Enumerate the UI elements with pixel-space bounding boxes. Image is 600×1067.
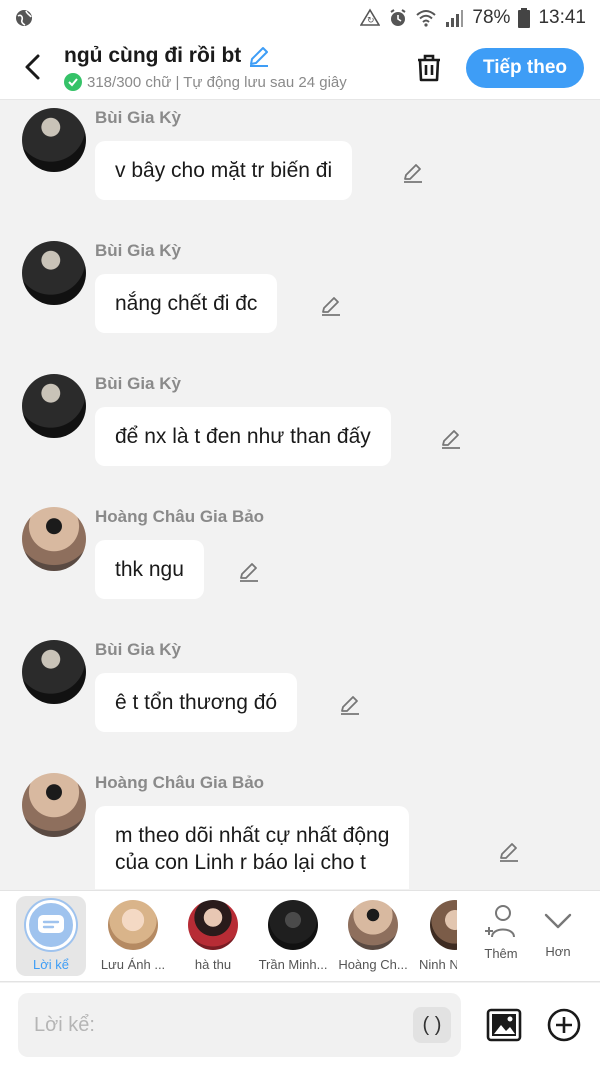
edit-title-icon[interactable]: [247, 44, 271, 68]
character-label: Hoàng Ch...: [338, 957, 408, 972]
collapse-button[interactable]: Hơn: [518, 891, 598, 983]
svg-text:↻: ↻: [367, 16, 375, 26]
character-avatar: [188, 900, 238, 950]
sender-name: Hoàng Châu Gia Bảo: [95, 773, 265, 792]
edit-pencil-icon[interactable]: [320, 294, 342, 316]
edit-pencil-icon[interactable]: [238, 560, 260, 582]
chevron-down-icon: [544, 913, 572, 929]
character-item[interactable]: Lưu Ánh ...: [93, 891, 173, 983]
edit-pencil-icon[interactable]: [339, 693, 361, 715]
autosave-text: 318/300 chữ | Tự động lưu sau 24 giây: [87, 73, 347, 91]
wifi-icon: [416, 10, 437, 27]
signal-icon: [446, 10, 464, 27]
sender-name: Bùi Gia Kỳ: [95, 374, 181, 393]
character-item[interactable]: Hoàng Ch...: [333, 891, 413, 983]
parentheses-button[interactable]: ( ): [413, 1007, 451, 1043]
message-bubble[interactable]: v bây cho mặt tr biến đi: [95, 141, 353, 200]
sender-name: Hoàng Châu Gia Bảo: [95, 507, 265, 526]
back-arrow-icon[interactable]: [18, 52, 48, 82]
character-label: Lời kể: [33, 957, 69, 972]
message-line: của con Linh r báo lại cho t: [115, 851, 366, 874]
autosave-status: 318/300 chữ | Tự động lưu sau 24 giây: [64, 73, 390, 91]
character-item[interactable]: Ninh N: [413, 891, 457, 983]
message-bubble[interactable]: m theo dõi nhất cự nhất động của con Lin…: [95, 806, 410, 889]
message-bubble[interactable]: nắng chết đi đc: [95, 274, 278, 333]
edit-pencil-icon[interactable]: [440, 427, 462, 449]
character-avatar: [430, 900, 457, 950]
avatar-bui-gia-ky[interactable]: [22, 108, 86, 172]
character-label: Ninh N: [419, 957, 457, 972]
compose-bar: ( ): [0, 983, 600, 1067]
collapse-label: Hơn: [545, 944, 571, 959]
message-bubble[interactable]: ê t tổn thương đó: [95, 673, 298, 732]
narrator-icon: [26, 900, 76, 950]
add-person-icon: [485, 905, 515, 938]
status-bar: ↻ 78% 13:41: [0, 0, 600, 36]
character-narrator[interactable]: Lời kể: [16, 896, 86, 976]
character-label: hà thu: [194, 957, 232, 972]
avatar-hoang-chau-gia-bao[interactable]: [22, 773, 86, 837]
sender-name: Bùi Gia Kỳ: [95, 241, 181, 260]
sender-name: Bùi Gia Kỳ: [95, 108, 181, 127]
character-picker: Lời kể Lưu Ánh ... hà thu Trần Minh... H…: [0, 890, 600, 982]
title-block: ngủ cùng đi rồi bt 318/300 chữ | Tự động…: [64, 44, 394, 91]
character-label: Trần Minh...: [258, 957, 328, 972]
battery-icon: [518, 8, 531, 28]
image-icon[interactable]: [486, 1007, 522, 1043]
trash-icon[interactable]: [413, 52, 445, 84]
character-avatar: [108, 900, 158, 950]
avatar-hoang-chau-gia-bao[interactable]: [22, 507, 86, 571]
globe-icon: [16, 10, 32, 26]
character-label: Lưu Ánh ...: [100, 957, 166, 972]
alarm-icon: [390, 9, 406, 26]
sync-warning-icon: ↻: [360, 8, 381, 26]
check-icon: [64, 73, 82, 91]
message-bubble[interactable]: để nx là t đen như than đấy: [95, 407, 391, 466]
story-title-row[interactable]: ngủ cùng đi rồi bt: [64, 44, 394, 68]
sender-name: Bùi Gia Kỳ: [95, 640, 181, 659]
message-list[interactable]: Bùi Gia Kỳ v bây cho mặt tr biến đi Bùi …: [0, 101, 600, 889]
avatar-bui-gia-ky[interactable]: [22, 374, 86, 438]
compose-field-wrap[interactable]: ( ): [18, 993, 461, 1057]
next-button[interactable]: Tiếp theo: [466, 48, 584, 88]
avatar-bui-gia-ky[interactable]: [22, 640, 86, 704]
avatar-bui-gia-ky[interactable]: [22, 241, 86, 305]
story-title: ngủ cùng đi rồi bt: [64, 44, 242, 67]
compose-input[interactable]: [34, 1013, 394, 1037]
character-item[interactable]: hà thu: [173, 891, 253, 983]
clock: 13:41: [538, 7, 586, 28]
message-line: m theo dõi nhất cự nhất động: [115, 824, 390, 847]
battery-percent: 78%: [472, 7, 511, 28]
character-avatar: [268, 900, 318, 950]
edit-pencil-icon[interactable]: [498, 840, 520, 862]
message-bubble[interactable]: thk ngu: [95, 540, 204, 599]
edit-pencil-icon[interactable]: [402, 161, 424, 183]
add-circle-icon[interactable]: [546, 1007, 582, 1043]
story-header: ngủ cùng đi rồi bt 318/300 chữ | Tự động…: [0, 36, 600, 100]
character-avatar: [348, 900, 398, 950]
character-item[interactable]: Trần Minh...: [253, 891, 333, 983]
